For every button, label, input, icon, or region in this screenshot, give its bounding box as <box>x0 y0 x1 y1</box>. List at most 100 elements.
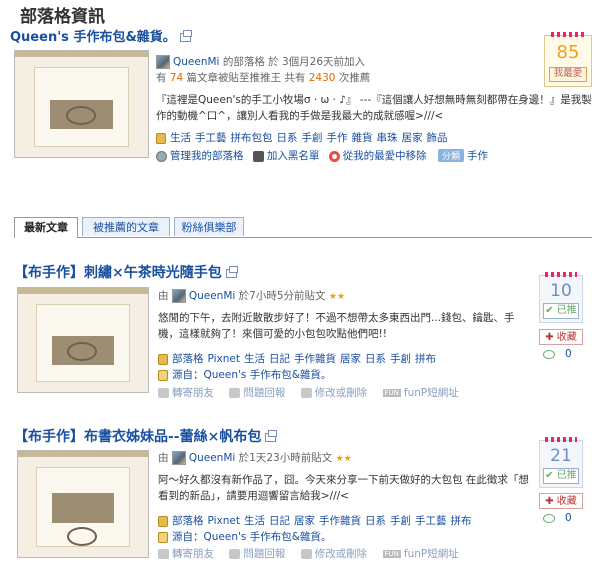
shorturl-action[interactable]: FUN funP短網址 <box>382 387 459 399</box>
tab-bar: 最新文章 被推薦的文章 粉絲俱樂部 <box>14 217 592 238</box>
comment-number: 0 <box>565 348 572 360</box>
forward-action[interactable]: 轉寄朋友 <box>158 387 214 399</box>
shorturl-label: funP短網址 <box>403 387 459 399</box>
post-title-link[interactable]: 【布手作】布書衣姊妹品--蕾絲×帆布包 <box>14 426 278 446</box>
comment-count[interactable]: 0 <box>543 348 572 360</box>
home-icon <box>158 531 168 543</box>
gear-icon <box>156 150 167 162</box>
tag-link[interactable]: 手創 <box>302 132 323 144</box>
tag-link[interactable]: 手作 <box>327 132 348 144</box>
page-title: 部落格資訊 <box>20 7 105 27</box>
tag-link[interactable]: 居家 <box>402 132 423 144</box>
funp-icon: FUN <box>382 389 401 397</box>
post-actions: 轉寄朋友 問題回報 修改或刪除 FUN funP短網址 <box>158 385 471 400</box>
category-link[interactable]: 手作 <box>467 150 488 162</box>
author-link[interactable]: QueenMi <box>189 452 235 464</box>
tag-link[interactable]: Pixnet <box>208 515 240 527</box>
tag-link[interactable]: 拼布包包 <box>231 132 273 144</box>
author-link[interactable]: QueenMi <box>189 290 235 302</box>
avatar[interactable] <box>171 451 186 465</box>
edit-action[interactable]: 修改或刪除 <box>300 548 367 560</box>
post-time: 於1天23小時前貼文 <box>235 452 333 464</box>
tag-link[interactable]: 手作雜貨 <box>294 353 336 365</box>
tag-link[interactable]: 雜貨 <box>352 132 373 144</box>
new-window-icon[interactable] <box>225 265 238 278</box>
tag-link[interactable]: Pixnet <box>208 353 240 365</box>
blog-tags: 生活 手工藝 拼布包包 日系 手創 手作 雜貨 串珠 居家 飾品 <box>156 130 452 145</box>
tag-link[interactable]: 串珠 <box>377 132 398 144</box>
comment-number: 0 <box>565 512 572 524</box>
report-action[interactable]: 問題回報 <box>229 387 285 399</box>
tag-icon <box>158 515 168 527</box>
tag-link[interactable]: 日記 <box>269 515 290 527</box>
avatar[interactable] <box>156 55 170 69</box>
tag-link[interactable]: 拼布 <box>415 353 436 365</box>
tag-link[interactable]: 生活 <box>244 515 265 527</box>
tab-recommended[interactable]: 被推薦的文章 <box>82 217 170 236</box>
collect-label: 收藏 <box>556 496 577 507</box>
remove-fav-link[interactable]: 從我的最愛中移除 <box>343 150 427 162</box>
tag-link[interactable]: 日系 <box>277 132 298 144</box>
post-excerpt: 悠閒的下午，去附近散散步好了！不過不想帶太多東西出門...錢包、鑰匙、手機，這樣… <box>158 312 515 340</box>
tag-link[interactable]: 手工藝 <box>415 515 447 527</box>
tag-icon <box>158 353 168 365</box>
stats-suffix: 次推薦 <box>335 72 371 84</box>
report-action[interactable]: 問題回報 <box>229 548 285 560</box>
edit-action[interactable]: 修改或刪除 <box>300 387 367 399</box>
tag-link[interactable]: 手工藝 <box>195 132 227 144</box>
push-button[interactable]: ✔ 已推 <box>543 468 579 484</box>
tag-link[interactable]: 拼布 <box>450 515 471 527</box>
tag-link[interactable]: 日系 <box>365 353 386 365</box>
post-byline: 由 QueenMi 於1天23小時前貼文 ★★ <box>158 450 352 465</box>
blog-thumbnail[interactable] <box>14 50 149 158</box>
tag-link[interactable]: 手創 <box>390 353 411 365</box>
new-window-icon[interactable] <box>265 429 278 442</box>
avatar[interactable] <box>171 289 186 303</box>
tag-link[interactable]: 生活 <box>244 353 265 365</box>
rating-stars: ★★ <box>328 292 346 302</box>
mail-icon <box>158 388 169 398</box>
edit-icon <box>300 388 312 398</box>
push-count: 10 <box>550 281 572 301</box>
blog-title-link[interactable]: Queen's 手作布包&雜貨。 <box>10 26 192 45</box>
tag-link[interactable]: 手創 <box>390 515 411 527</box>
tab-latest[interactable]: 最新文章 <box>14 217 78 238</box>
tag-icon <box>156 132 166 144</box>
tag-link[interactable]: 飾品 <box>427 132 448 144</box>
post-thumbnail[interactable] <box>17 287 149 393</box>
post-title-text: 【布手作】刺繡×午茶時光隨手包 <box>14 265 222 281</box>
favorite-button[interactable]: 我最愛 <box>549 67 587 82</box>
favorite-box: 85 我最愛 <box>544 32 592 87</box>
mail-icon <box>158 549 169 559</box>
push-button[interactable]: ✔ 已推 <box>543 303 579 319</box>
collect-button[interactable]: ✚ 收藏 <box>539 329 583 345</box>
tag-link[interactable]: 部落格 <box>172 353 204 365</box>
collect-label: 收藏 <box>556 332 577 343</box>
manage-blog-link[interactable]: 管理我的部落格 <box>170 150 244 162</box>
shorturl-action[interactable]: FUN funP短網址 <box>382 548 459 560</box>
push-label: 已推 <box>556 470 577 481</box>
blacklist-link[interactable]: 加入黑名單 <box>267 150 320 162</box>
source-link[interactable]: Queen's 手作布包&雜貨。 <box>204 531 332 543</box>
forward-action[interactable]: 轉寄朋友 <box>158 548 214 560</box>
tag-link[interactable]: 手作雜貨 <box>319 515 361 527</box>
tag-link[interactable]: 居家 <box>294 515 315 527</box>
tag-link[interactable]: 居家 <box>340 353 361 365</box>
source-link[interactable]: Queen's 手作布包&雜貨。 <box>204 369 332 381</box>
comment-count[interactable]: 0 <box>543 512 572 524</box>
blog-stats-line: 有 74 篇文章被貼至推推王 共有 2430 次推薦 <box>156 70 370 85</box>
post-thumbnail[interactable] <box>17 450 149 558</box>
tag-link[interactable]: 日記 <box>269 353 290 365</box>
post-title-link[interactable]: 【布手作】刺繡×午茶時光隨手包 <box>14 262 238 282</box>
report-label: 問題回報 <box>243 387 286 399</box>
owner-link[interactable]: QueenMi <box>173 56 219 68</box>
new-window-icon[interactable] <box>179 30 192 42</box>
push-box: 10 ✔ 已推 <box>539 272 583 323</box>
tab-fan-club[interactable]: 粉絲俱樂部 <box>174 217 244 236</box>
favorite-count: 85 <box>556 42 580 63</box>
tag-link[interactable]: 部落格 <box>172 515 204 527</box>
post-excerpt: 阿～好久都沒有新作品了，囧。今天來分享一下前天做好的大包包 在此徵求「想看到的新… <box>158 474 529 502</box>
tag-link[interactable]: 日系 <box>365 515 386 527</box>
collect-button[interactable]: ✚ 收藏 <box>539 493 583 509</box>
tag-link[interactable]: 生活 <box>170 132 191 144</box>
